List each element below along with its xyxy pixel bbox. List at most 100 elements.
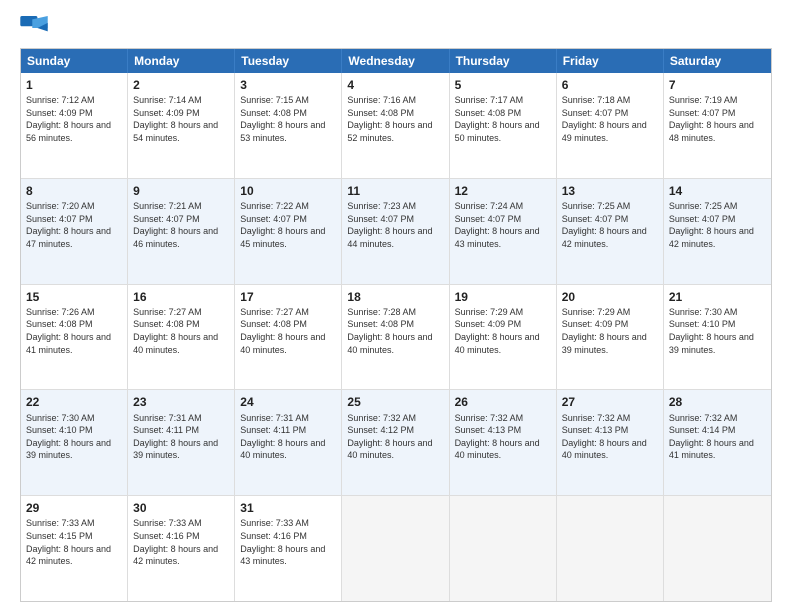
day-cell-12: 12Sunrise: 7:24 AMSunset: 4:07 PMDayligh… xyxy=(450,179,557,284)
header-cell-wednesday: Wednesday xyxy=(342,49,449,73)
cell-info: Sunrise: 7:29 AMSunset: 4:09 PMDaylight:… xyxy=(455,306,551,356)
day-number: 24 xyxy=(240,394,336,410)
cell-info: Sunrise: 7:12 AMSunset: 4:09 PMDaylight:… xyxy=(26,94,122,144)
cell-info: Sunrise: 7:31 AMSunset: 4:11 PMDaylight:… xyxy=(133,412,229,462)
cell-info: Sunrise: 7:15 AMSunset: 4:08 PMDaylight:… xyxy=(240,94,336,144)
day-number: 22 xyxy=(26,394,122,410)
day-number: 29 xyxy=(26,500,122,516)
cell-info: Sunrise: 7:32 AMSunset: 4:13 PMDaylight:… xyxy=(562,412,658,462)
calendar-row-5: 29Sunrise: 7:33 AMSunset: 4:15 PMDayligh… xyxy=(21,496,771,601)
day-cell-24: 24 Sunrise: 7:31 AMSunset: 4:11 PMDayligh… xyxy=(235,390,342,495)
cell-info: Sunrise: 7:24 AMSunset: 4:07 PMDaylight:… xyxy=(455,200,551,250)
calendar: SundayMondayTuesdayWednesdayThursdayFrid… xyxy=(20,48,772,602)
day-number: 6 xyxy=(562,77,658,93)
day-number: 20 xyxy=(562,289,658,305)
cell-info: Sunrise: 7:20 AMSunset: 4:07 PMDaylight:… xyxy=(26,200,122,250)
day-number: 30 xyxy=(133,500,229,516)
empty-cell xyxy=(557,496,664,601)
day-cell-21: 21Sunrise: 7:30 AMSunset: 4:10 PMDayligh… xyxy=(664,285,771,390)
day-cell-6: 6Sunrise: 7:18 AMSunset: 4:07 PMDaylight… xyxy=(557,73,664,178)
cell-info: Sunrise: 7:21 AMSunset: 4:07 PMDaylight:… xyxy=(133,200,229,250)
cell-info: Sunrise: 7:27 AMSunset: 4:08 PMDaylight:… xyxy=(240,306,336,356)
day-number: 14 xyxy=(669,183,766,199)
day-cell-2: 2Sunrise: 7:14 AMSunset: 4:09 PMDaylight… xyxy=(128,73,235,178)
day-number: 13 xyxy=(562,183,658,199)
cell-info: Sunrise: 7:32 AMSunset: 4:14 PMDaylight:… xyxy=(669,412,766,462)
cell-info: Sunrise: 7:27 AMSunset: 4:08 PMDaylight:… xyxy=(133,306,229,356)
cell-info: Sunrise: 7:30 AMSunset: 4:10 PMDaylight:… xyxy=(26,412,122,462)
day-cell-14: 14Sunrise: 7:25 AMSunset: 4:07 PMDayligh… xyxy=(664,179,771,284)
day-cell-20: 20Sunrise: 7:29 AMSunset: 4:09 PMDayligh… xyxy=(557,285,664,390)
cell-info: Sunrise: 7:33 AMSunset: 4:15 PMDaylight:… xyxy=(26,517,122,567)
day-number: 18 xyxy=(347,289,443,305)
day-cell-15: 15Sunrise: 7:26 AMSunset: 4:08 PMDayligh… xyxy=(21,285,128,390)
day-cell-7: 7Sunrise: 7:19 AMSunset: 4:07 PMDaylight… xyxy=(664,73,771,178)
header-cell-monday: Monday xyxy=(128,49,235,73)
day-number: 2 xyxy=(133,77,229,93)
calendar-row-3: 15Sunrise: 7:26 AMSunset: 4:08 PMDayligh… xyxy=(21,285,771,391)
cell-info: Sunrise: 7:18 AMSunset: 4:07 PMDaylight:… xyxy=(562,94,658,144)
day-cell-26: 26 Sunrise: 7:32 AMSunset: 4:13 PMDayligh… xyxy=(450,390,557,495)
cell-info: Sunrise: 7:33 AMSunset: 4:16 PMDaylight:… xyxy=(240,517,336,567)
day-number: 1 xyxy=(26,77,122,93)
day-number: 12 xyxy=(455,183,551,199)
cell-info: Sunrise: 7:22 AMSunset: 4:07 PMDaylight:… xyxy=(240,200,336,250)
logo xyxy=(20,16,52,40)
day-number: 25 xyxy=(347,394,443,410)
day-cell-19: 19Sunrise: 7:29 AMSunset: 4:09 PMDayligh… xyxy=(450,285,557,390)
day-number: 21 xyxy=(669,289,766,305)
day-number: 7 xyxy=(669,77,766,93)
cell-info: Sunrise: 7:14 AMSunset: 4:09 PMDaylight:… xyxy=(133,94,229,144)
day-cell-28: 28 Sunrise: 7:32 AMSunset: 4:14 PMDayligh… xyxy=(664,390,771,495)
day-number: 3 xyxy=(240,77,336,93)
calendar-body: 1Sunrise: 7:12 AMSunset: 4:09 PMDaylight… xyxy=(21,73,771,601)
header-cell-sunday: Sunday xyxy=(21,49,128,73)
day-cell-4: 4Sunrise: 7:16 AMSunset: 4:08 PMDaylight… xyxy=(342,73,449,178)
day-number: 15 xyxy=(26,289,122,305)
day-number: 26 xyxy=(455,394,551,410)
logo-icon xyxy=(20,16,48,40)
cell-info: Sunrise: 7:32 AMSunset: 4:12 PMDaylight:… xyxy=(347,412,443,462)
page-container: SundayMondayTuesdayWednesdayThursdayFrid… xyxy=(0,0,792,612)
day-cell-16: 16Sunrise: 7:27 AMSunset: 4:08 PMDayligh… xyxy=(128,285,235,390)
day-number: 4 xyxy=(347,77,443,93)
day-cell-8: 8Sunrise: 7:20 AMSunset: 4:07 PMDaylight… xyxy=(21,179,128,284)
calendar-row-1: 1Sunrise: 7:12 AMSunset: 4:09 PMDaylight… xyxy=(21,73,771,179)
day-number: 5 xyxy=(455,77,551,93)
day-cell-3: 3Sunrise: 7:15 AMSunset: 4:08 PMDaylight… xyxy=(235,73,342,178)
day-number: 19 xyxy=(455,289,551,305)
header-cell-tuesday: Tuesday xyxy=(235,49,342,73)
day-cell-23: 23Sunrise: 7:31 AMSunset: 4:11 PMDayligh… xyxy=(128,390,235,495)
cell-info: Sunrise: 7:28 AMSunset: 4:08 PMDaylight:… xyxy=(347,306,443,356)
day-number: 16 xyxy=(133,289,229,305)
day-cell-9: 9Sunrise: 7:21 AMSunset: 4:07 PMDaylight… xyxy=(128,179,235,284)
day-number: 11 xyxy=(347,183,443,199)
cell-info: Sunrise: 7:23 AMSunset: 4:07 PMDaylight:… xyxy=(347,200,443,250)
day-number: 27 xyxy=(562,394,658,410)
header-cell-saturday: Saturday xyxy=(664,49,771,73)
day-cell-5: 5Sunrise: 7:17 AMSunset: 4:08 PMDaylight… xyxy=(450,73,557,178)
day-number: 17 xyxy=(240,289,336,305)
day-cell-13: 13Sunrise: 7:25 AMSunset: 4:07 PMDayligh… xyxy=(557,179,664,284)
cell-info: Sunrise: 7:19 AMSunset: 4:07 PMDaylight:… xyxy=(669,94,766,144)
day-cell-17: 17Sunrise: 7:27 AMSunset: 4:08 PMDayligh… xyxy=(235,285,342,390)
day-cell-22: 22 Sunrise: 7:30 AMSunset: 4:10 PMDayligh… xyxy=(21,390,128,495)
calendar-row-4: 22 Sunrise: 7:30 AMSunset: 4:10 PMDayligh… xyxy=(21,390,771,496)
day-cell-31: 31Sunrise: 7:33 AMSunset: 4:16 PMDayligh… xyxy=(235,496,342,601)
day-number: 28 xyxy=(669,394,766,410)
cell-info: Sunrise: 7:16 AMSunset: 4:08 PMDaylight:… xyxy=(347,94,443,144)
cell-info: Sunrise: 7:33 AMSunset: 4:16 PMDaylight:… xyxy=(133,517,229,567)
cell-info: Sunrise: 7:17 AMSunset: 4:08 PMDaylight:… xyxy=(455,94,551,144)
day-cell-29: 29Sunrise: 7:33 AMSunset: 4:15 PMDayligh… xyxy=(21,496,128,601)
empty-cell xyxy=(450,496,557,601)
day-number: 8 xyxy=(26,183,122,199)
empty-cell xyxy=(342,496,449,601)
cell-info: Sunrise: 7:31 AMSunset: 4:11 PMDaylight:… xyxy=(240,412,336,462)
day-cell-30: 30Sunrise: 7:33 AMSunset: 4:16 PMDayligh… xyxy=(128,496,235,601)
cell-info: Sunrise: 7:32 AMSunset: 4:13 PMDaylight:… xyxy=(455,412,551,462)
cell-info: Sunrise: 7:25 AMSunset: 4:07 PMDaylight:… xyxy=(562,200,658,250)
header-cell-thursday: Thursday xyxy=(450,49,557,73)
day-number: 31 xyxy=(240,500,336,516)
day-cell-27: 27 Sunrise: 7:32 AMSunset: 4:13 PMDayligh… xyxy=(557,390,664,495)
day-cell-18: 18Sunrise: 7:28 AMSunset: 4:08 PMDayligh… xyxy=(342,285,449,390)
